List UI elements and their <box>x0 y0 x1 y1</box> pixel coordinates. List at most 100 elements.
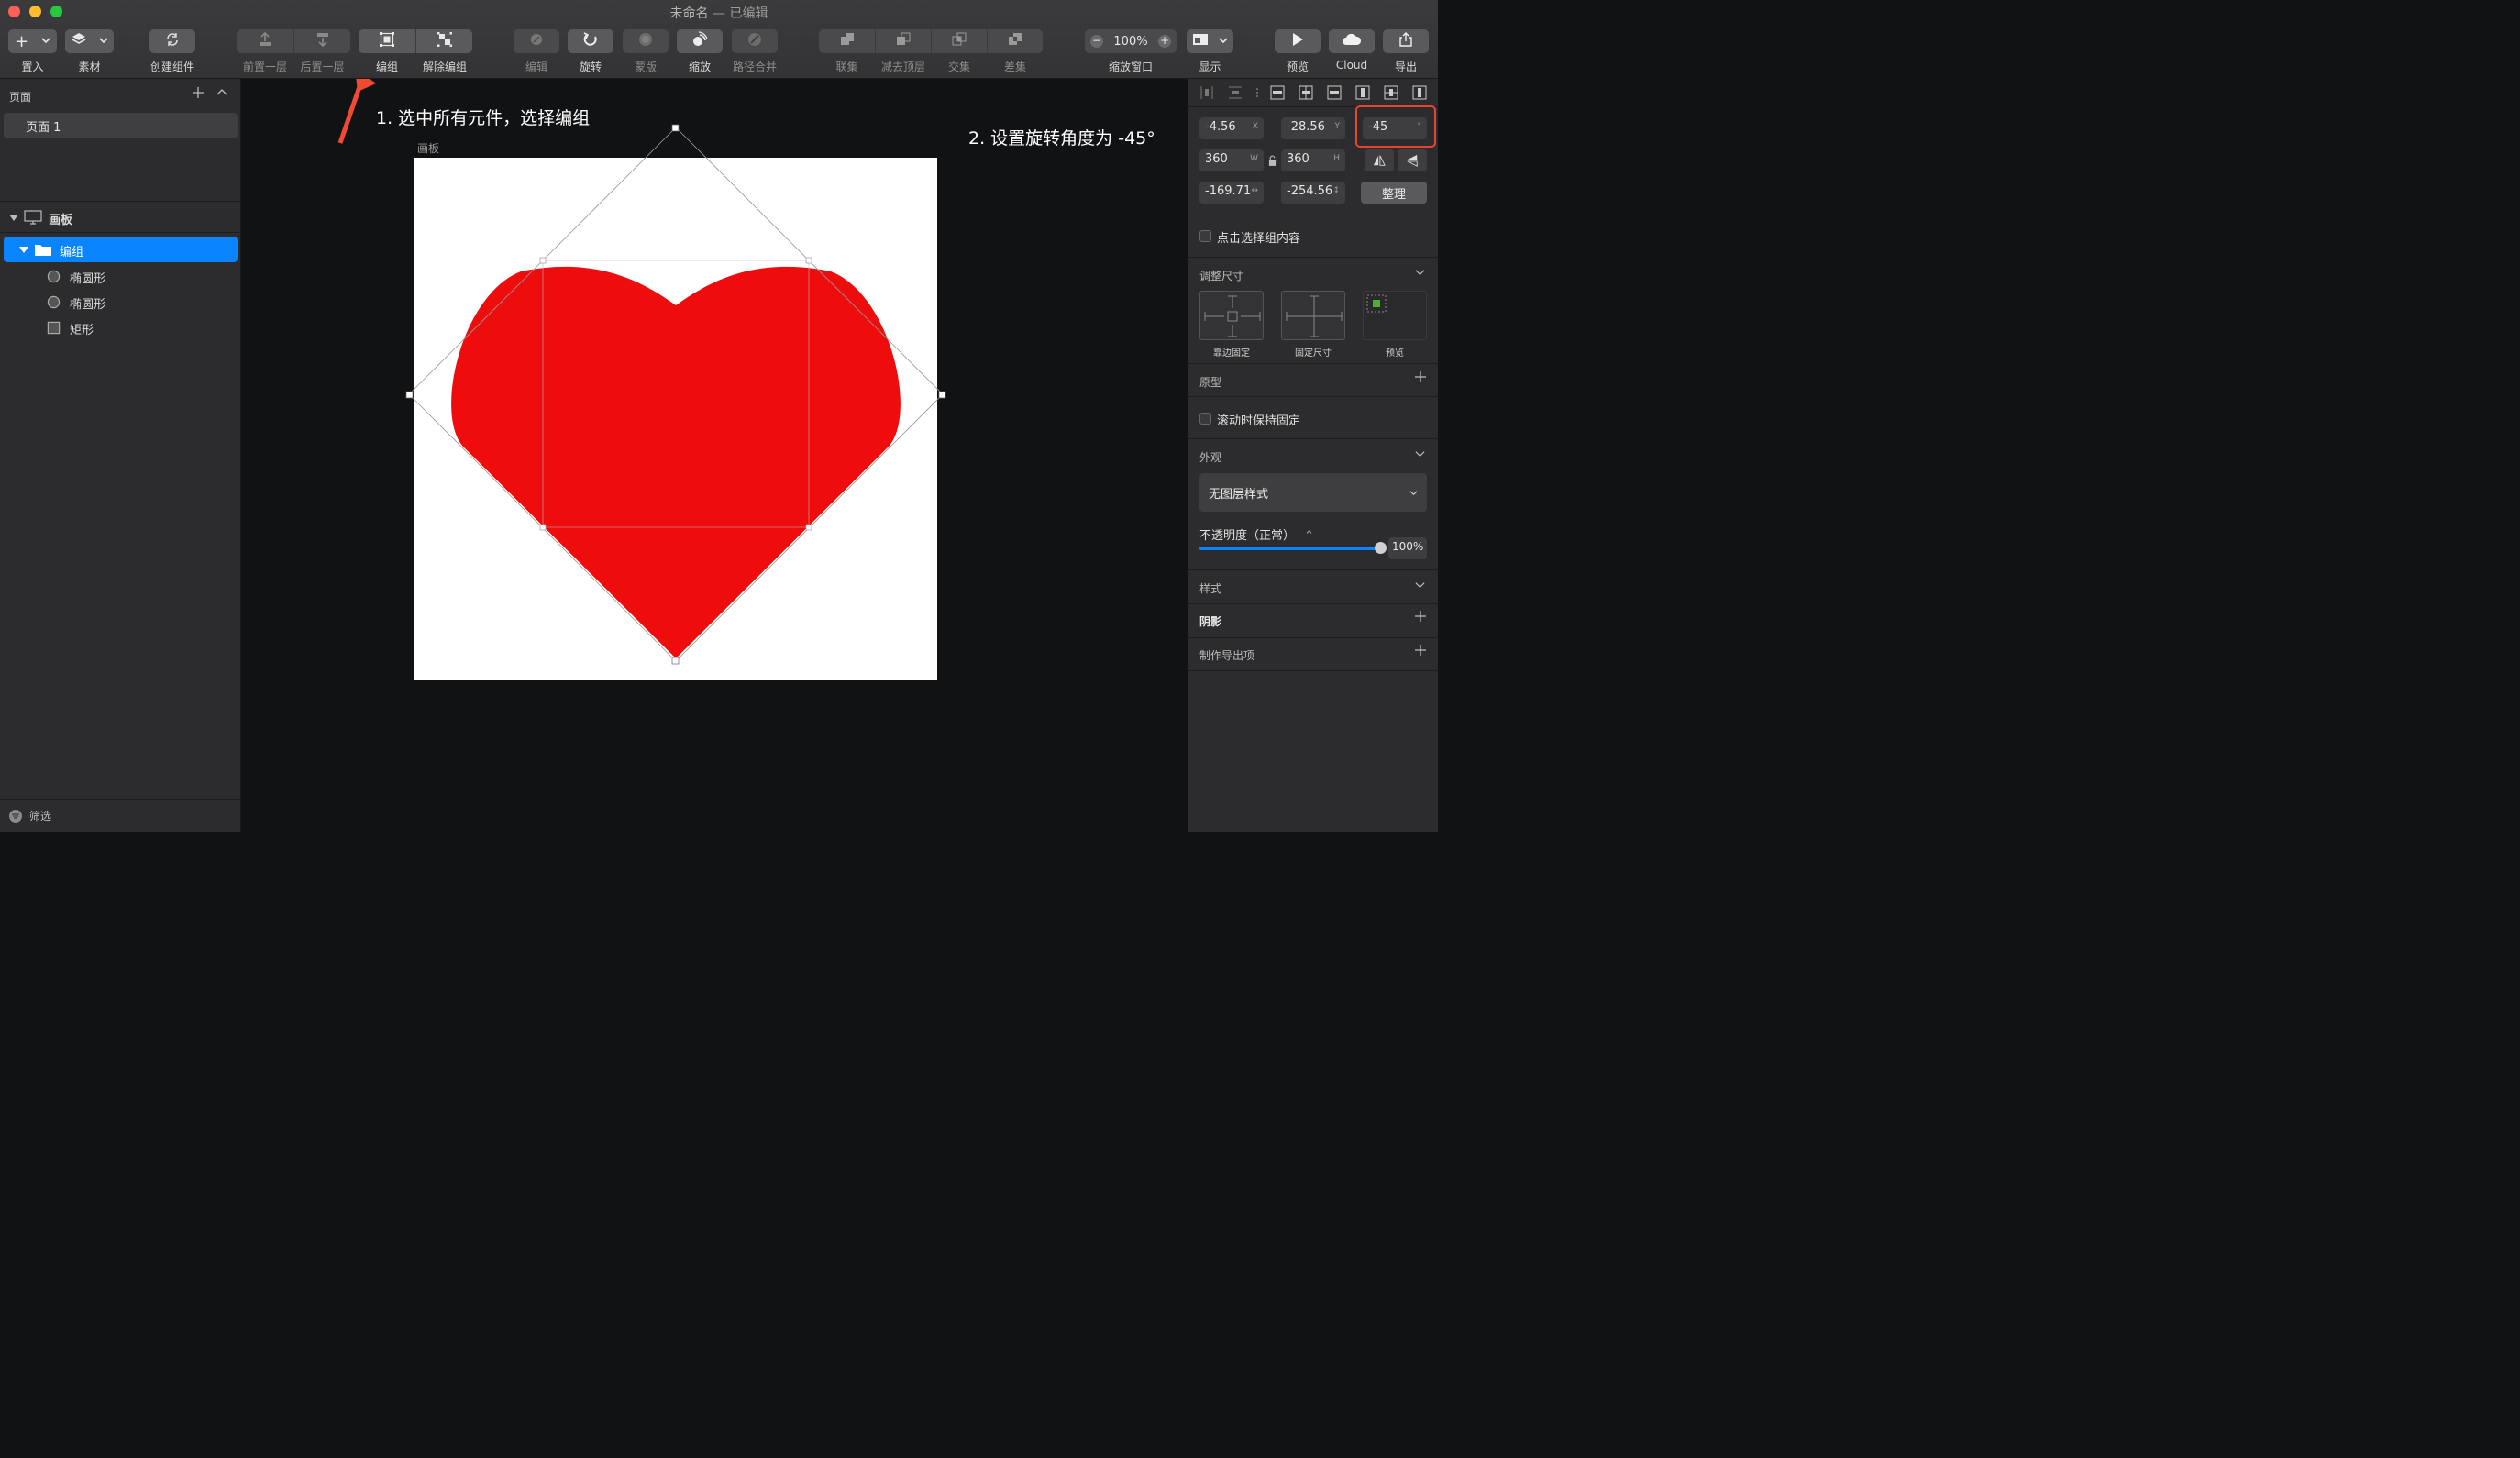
corner-handle[interactable] <box>805 524 812 531</box>
chevron-down-icon[interactable] <box>1415 448 1425 461</box>
x-position-field[interactable]: -4.56 X <box>1199 117 1264 139</box>
collapse-pages-button[interactable] <box>216 85 228 103</box>
y-position-field[interactable]: -28.56 Y <box>1281 117 1345 139</box>
lock-icon[interactable] <box>1268 153 1277 171</box>
layers-sidebar: 页面 页面 1 画板 编组 椭圆形 椭圆形 矩形 筛选 <box>0 79 241 832</box>
fix-on-scroll-checkbox[interactable] <box>1199 413 1211 425</box>
view-button[interactable] <box>1187 29 1233 53</box>
add-page-button[interactable] <box>192 85 204 103</box>
distribute-vertical-icon[interactable] <box>1228 85 1243 100</box>
layer-row-group[interactable]: 编组 <box>4 237 238 262</box>
cloud-icon <box>1342 31 1362 51</box>
corner-handle[interactable] <box>539 257 547 264</box>
zoom-out-button[interactable]: − <box>1090 35 1103 48</box>
resize-option-label: 固定尺寸 <box>1295 348 1332 359</box>
flip-vertical-icon <box>1407 154 1418 167</box>
opacity-slider[interactable] <box>1199 542 1387 554</box>
opacity-label[interactable]: 不透明度（正常） ⌃ <box>1199 525 1314 543</box>
create-component-button[interactable] <box>149 29 195 53</box>
flip-vertical-button[interactable] <box>1398 149 1427 171</box>
difference-button[interactable] <box>988 29 1043 53</box>
horizontal-spacing-field[interactable]: -169.71 ↔ <box>1199 182 1264 204</box>
plus-icon <box>1415 611 1426 622</box>
pin-to-edge-option[interactable] <box>1199 291 1264 340</box>
click-select-checkbox[interactable] <box>1199 230 1211 242</box>
subtract-button[interactable] <box>876 29 931 53</box>
insert-label: 置入 <box>21 61 44 73</box>
flip-horizontal-button[interactable] <box>1365 149 1394 171</box>
width-field[interactable]: 360 W <box>1199 149 1264 171</box>
export-button[interactable] <box>1383 29 1429 53</box>
path-merge-button[interactable] <box>732 29 778 53</box>
opacity-slider-knob[interactable] <box>1374 542 1387 554</box>
ungroup-label: 解除编组 <box>422 61 467 73</box>
layer-row-oval[interactable]: 椭圆形 <box>4 263 238 289</box>
mask-button[interactable] <box>623 29 669 53</box>
scale-button[interactable] <box>677 29 723 53</box>
add-prototype-button[interactable] <box>1414 369 1427 388</box>
add-export-button[interactable] <box>1414 642 1427 661</box>
more-dots-icon[interactable] <box>1250 85 1265 100</box>
group-button[interactable] <box>359 29 415 53</box>
page-item[interactable]: 页面 1 <box>4 113 238 138</box>
corner-handle[interactable] <box>805 257 812 264</box>
height-field[interactable]: 360 H <box>1281 149 1345 171</box>
add-shadow-button[interactable] <box>1414 608 1427 627</box>
disclosure-triangle-icon[interactable] <box>19 244 28 258</box>
distribute-horizontal-icon[interactable] <box>1199 85 1214 100</box>
export-label: 导出 <box>1394 61 1417 73</box>
ungroup-button[interactable] <box>416 29 472 53</box>
scale-label: 缩放 <box>688 61 711 73</box>
window-layout-icon <box>1192 31 1209 51</box>
cloud-button[interactable] <box>1329 29 1375 53</box>
layer-style-select[interactable]: 无图层样式 <box>1199 473 1427 512</box>
vertical-spacing-field[interactable]: -254.56 ↕ <box>1281 182 1345 204</box>
resize-handle[interactable] <box>405 391 414 399</box>
chevron-down-icon[interactable] <box>1415 267 1425 280</box>
filter-button[interactable]: 筛选 <box>9 808 51 823</box>
rotation-field[interactable]: -45 ° <box>1363 117 1427 139</box>
align-bottom-icon[interactable] <box>1412 85 1427 100</box>
layer-row-rectangle[interactable]: 矩形 <box>4 315 238 340</box>
artboard-row[interactable]: 画板 <box>4 204 238 230</box>
align-top-icon[interactable] <box>1355 85 1370 100</box>
prototype-header: 原型 <box>1199 376 1222 389</box>
align-right-icon[interactable] <box>1327 85 1342 100</box>
resize-handle[interactable] <box>671 657 680 665</box>
align-center-icon[interactable] <box>1299 85 1313 100</box>
rotate-button[interactable] <box>568 29 613 53</box>
opacity-value-field[interactable]: 100% <box>1388 537 1427 559</box>
view-label: 显示 <box>1199 61 1221 73</box>
plus-icon <box>193 87 204 98</box>
plus-icon: + <box>14 31 29 51</box>
zoom-in-button[interactable]: + <box>1157 35 1171 48</box>
union-button[interactable] <box>819 29 875 53</box>
tidy-button[interactable]: 整理 <box>1361 182 1427 204</box>
resize-option-label: 预览 <box>1386 348 1404 359</box>
intersect-button[interactable] <box>932 29 987 53</box>
intersect-icon <box>951 31 967 51</box>
rotate-icon <box>582 31 599 51</box>
resize-handle[interactable] <box>938 391 946 399</box>
layer-row-oval[interactable]: 椭圆形 <box>4 289 238 315</box>
edit-button[interactable] <box>514 29 559 53</box>
heart-shape[interactable] <box>451 266 901 658</box>
disclosure-triangle-icon[interactable] <box>9 212 18 226</box>
sync-icon <box>164 31 181 51</box>
align-left-icon[interactable] <box>1270 85 1285 100</box>
assets-button[interactable] <box>65 29 114 53</box>
chevron-down-icon[interactable] <box>1415 580 1425 592</box>
send-backward-button[interactable] <box>294 29 350 53</box>
resize-handle[interactable] <box>671 124 680 132</box>
annotation-step-2: 2. 设置旋转角度为 -45° <box>968 128 1155 149</box>
fixed-size-option[interactable] <box>1281 291 1345 340</box>
create-component-label: 创建组件 <box>149 61 194 73</box>
corner-handle[interactable] <box>539 524 547 531</box>
difference-label: 差集 <box>1003 61 1026 73</box>
preview-button[interactable] <box>1275 29 1321 53</box>
layer-style-value: 无图层样式 <box>1209 488 1269 502</box>
insert-button[interactable]: + <box>8 29 57 53</box>
bring-forward-button[interactable] <box>237 29 293 53</box>
align-middle-icon[interactable] <box>1384 85 1398 100</box>
canvas[interactable]: 画板 1. 选中所有元件，选择编组 2. 设置旋转角度为 -45° <box>241 79 1188 832</box>
